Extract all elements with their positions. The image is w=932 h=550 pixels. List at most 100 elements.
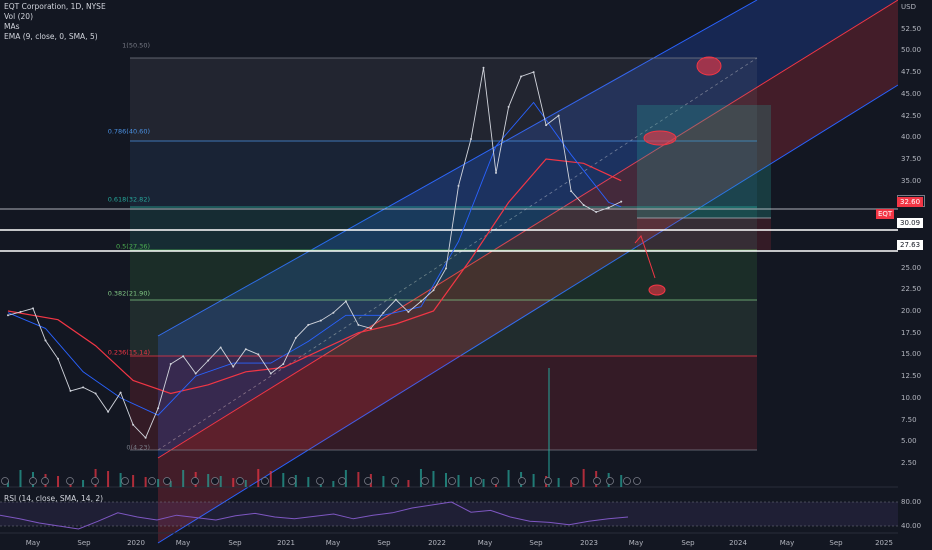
legend-title[interactable]: EQT Corporation, 1D, NYSE	[4, 2, 106, 12]
price-point[interactable]	[457, 184, 460, 187]
price-point[interactable]	[19, 310, 22, 313]
event-badge[interactable]	[316, 477, 324, 485]
price-point[interactable]	[382, 311, 385, 314]
price-point[interactable]	[357, 323, 360, 326]
price-point[interactable]	[432, 289, 435, 292]
price-point[interactable]	[107, 410, 110, 413]
price-point[interactable]	[157, 407, 160, 410]
price-point[interactable]	[420, 300, 422, 303]
price-point[interactable]	[44, 339, 47, 342]
price-point[interactable]	[32, 307, 34, 310]
price-point[interactable]	[82, 386, 85, 389]
price-point[interactable]	[520, 75, 523, 78]
price-point[interactable]	[607, 206, 610, 209]
price-point[interactable]	[94, 392, 97, 395]
event-badge[interactable]	[163, 477, 171, 485]
time-tick: May	[325, 539, 341, 547]
event-badge[interactable]	[41, 477, 49, 485]
event-badge[interactable]	[91, 477, 99, 485]
target-ellipse-mid[interactable]	[643, 130, 677, 146]
price-point[interactable]	[257, 353, 260, 356]
event-badge[interactable]	[364, 477, 372, 485]
event-badge[interactable]	[421, 477, 429, 485]
legend-ema[interactable]: EMA (9, close, 0, SMA, 5)	[4, 32, 106, 42]
time-tick: May	[25, 539, 41, 547]
price-point[interactable]	[319, 319, 322, 322]
price-point[interactable]	[445, 267, 447, 270]
price-point[interactable]	[482, 66, 485, 69]
rsi-tick: 80.00	[901, 498, 922, 506]
event-badge[interactable]	[606, 477, 614, 485]
price-point[interactable]	[269, 372, 272, 375]
target-ellipse-top[interactable]	[696, 56, 722, 76]
price-point[interactable]	[244, 348, 247, 351]
price-point[interactable]	[219, 346, 222, 349]
volume-bar	[357, 472, 360, 487]
price-point[interactable]	[545, 124, 548, 127]
price-point[interactable]	[470, 138, 472, 140]
price-point[interactable]	[282, 363, 285, 365]
price-point[interactable]	[182, 355, 185, 358]
event-badge[interactable]	[518, 477, 526, 485]
event-badge[interactable]	[633, 477, 641, 485]
target-ellipse-low[interactable]	[648, 284, 666, 296]
event-badge[interactable]	[474, 477, 482, 485]
price-point[interactable]	[207, 359, 210, 362]
time-tick: Sep	[377, 539, 391, 547]
price-tick: 7.50	[901, 415, 917, 424]
event-badge[interactable]	[211, 477, 219, 485]
legend-mas[interactable]: MAs	[4, 22, 106, 32]
event-badge[interactable]	[236, 477, 244, 485]
event-badge[interactable]	[148, 477, 156, 485]
price-point[interactable]	[532, 71, 535, 74]
event-badge[interactable]	[623, 477, 631, 485]
event-badge[interactable]	[544, 477, 552, 485]
price-point[interactable]	[119, 391, 122, 394]
price-point[interactable]	[557, 114, 560, 117]
price-tick: 20.00	[901, 307, 922, 315]
price-point[interactable]	[69, 389, 72, 392]
event-badge[interactable]	[571, 477, 579, 485]
price-point[interactable]	[407, 310, 410, 313]
event-badge[interactable]	[448, 477, 456, 485]
price-point[interactable]	[332, 311, 335, 314]
event-badge[interactable]	[338, 477, 346, 485]
price-point[interactable]	[582, 204, 585, 206]
price-point[interactable]	[7, 314, 9, 317]
event-badge[interactable]	[593, 477, 601, 485]
price-point[interactable]	[344, 300, 347, 303]
price-point[interactable]	[144, 436, 147, 439]
price-point[interactable]	[132, 423, 135, 426]
price-point[interactable]	[495, 171, 497, 174]
price-point[interactable]	[307, 323, 310, 326]
price-point[interactable]	[232, 365, 235, 368]
price-point[interactable]	[369, 327, 372, 330]
event-badge[interactable]	[391, 477, 399, 485]
rsi-legend[interactable]: RSI (14, close, SMA, 14, 2)	[4, 494, 103, 503]
time-tick: May	[477, 539, 493, 547]
legend-vol[interactable]: Vol (20)	[4, 12, 106, 22]
event-badge[interactable]	[1, 477, 9, 485]
price-point[interactable]	[294, 336, 297, 339]
projection-box-lower[interactable]	[637, 218, 771, 250]
event-badge[interactable]	[29, 477, 37, 485]
price-point[interactable]	[194, 372, 197, 375]
event-badge[interactable]	[66, 477, 74, 485]
event-badge[interactable]	[121, 477, 129, 485]
price-axis[interactable]	[898, 0, 932, 550]
event-badge[interactable]	[261, 477, 269, 485]
volume-bar	[57, 476, 60, 487]
event-badge[interactable]	[191, 477, 199, 485]
price-point[interactable]	[507, 105, 510, 108]
price-point[interactable]	[57, 357, 59, 360]
price-point[interactable]	[620, 200, 623, 203]
chart-canvas[interactable]	[0, 0, 932, 550]
event-badge[interactable]	[491, 477, 499, 485]
price-point[interactable]	[394, 298, 397, 301]
price-point[interactable]	[595, 211, 598, 213]
price-point[interactable]	[169, 363, 172, 365]
fib-level-label: 1(50.50)	[122, 41, 150, 50]
price-point[interactable]	[570, 190, 573, 193]
projection-box-upper[interactable]	[637, 105, 771, 218]
event-badge[interactable]	[288, 477, 296, 485]
